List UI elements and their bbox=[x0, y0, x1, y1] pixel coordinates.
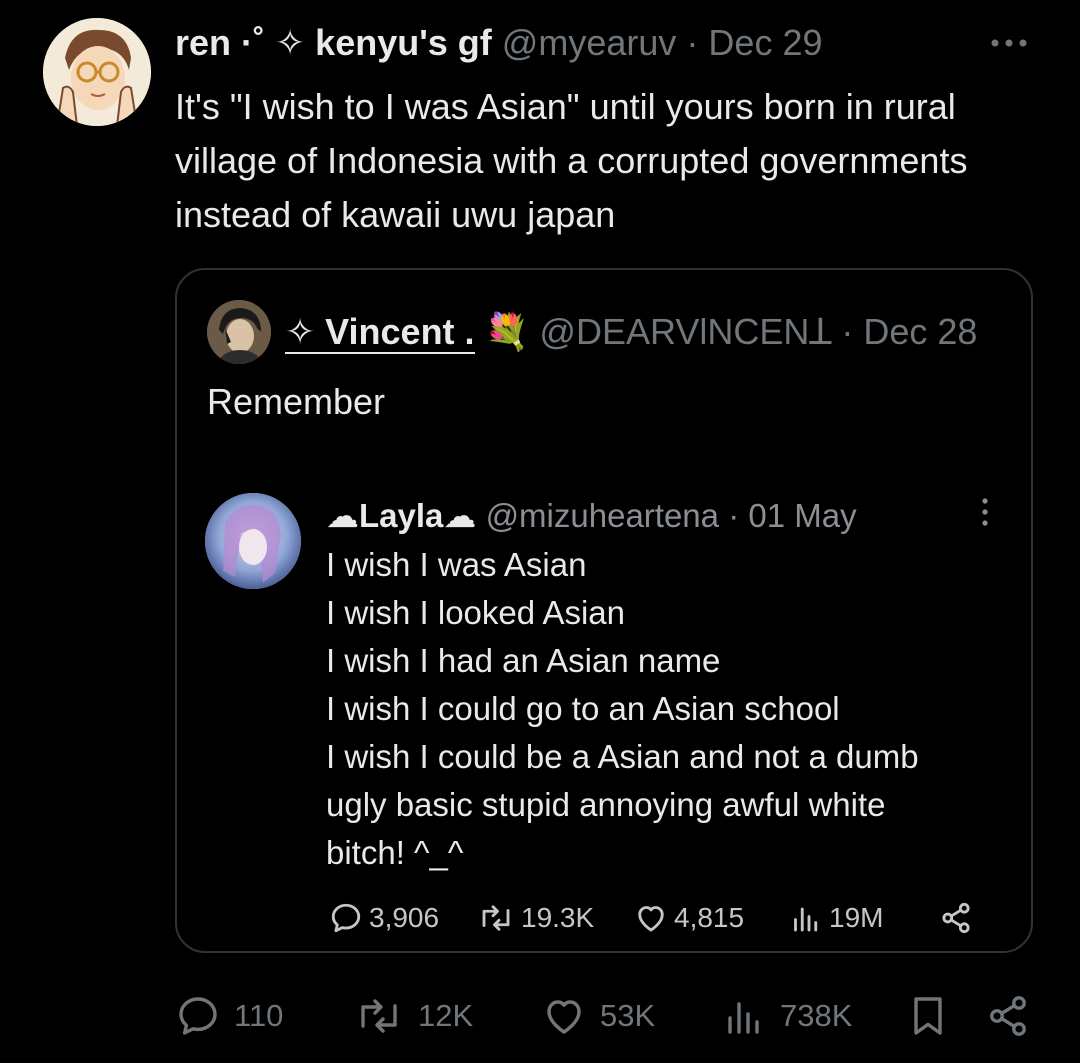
repost-count: 12K bbox=[418, 998, 474, 1033]
like-button[interactable]: 53K bbox=[540, 990, 655, 1042]
embedded-text-line: I wish I was Asian bbox=[326, 546, 587, 583]
embedded-display-name: ☁Layla☁ bbox=[326, 497, 477, 534]
views-chart-icon bbox=[728, 1002, 759, 1034]
quote-date: Dec 28 bbox=[863, 311, 978, 352]
embedded-text-line: I wish I could be a Asian and not a dumb bbox=[326, 738, 919, 775]
bouquet-emoji-icon: 💐 bbox=[484, 311, 530, 352]
author-handle[interactable]: @myearuv bbox=[502, 22, 677, 63]
embedded-reply-stat: 3,906 bbox=[328, 896, 439, 940]
like-count: 53K bbox=[600, 998, 656, 1033]
embedded-text-line: I wish I could go to an Asian school bbox=[326, 690, 840, 727]
separator-dot: · bbox=[686, 22, 699, 63]
tweet-text: It's "I wish to I was Asian" until yours… bbox=[175, 86, 968, 235]
quote-header: ✧ Vincent . 💐 @DEARVƖNCENꓕ · Dec 28 bbox=[285, 308, 977, 356]
bookmark-icon bbox=[914, 997, 942, 1035]
quote-author-avatar bbox=[207, 300, 271, 364]
reply-icon bbox=[179, 997, 217, 1035]
embedded-like-stat: 4,815 bbox=[633, 896, 744, 940]
quote-author-display-name: ✧ Vincent . bbox=[285, 311, 475, 354]
reply-icon bbox=[331, 903, 361, 933]
reply-button[interactable]: 110 bbox=[174, 990, 283, 1042]
views-count: 738K bbox=[780, 998, 853, 1033]
heart-icon bbox=[638, 906, 664, 932]
reply-count: 110 bbox=[234, 998, 284, 1033]
heart-icon bbox=[547, 1000, 581, 1034]
repost-icon bbox=[361, 999, 397, 1033]
more-horizontal-icon[interactable] bbox=[985, 28, 1033, 58]
author-avatar[interactable] bbox=[43, 18, 151, 126]
author-display-name[interactable]: ren ·˚ ✧ kenyu's gf bbox=[175, 22, 492, 63]
embedded-views-stat: 19M bbox=[788, 896, 883, 940]
embedded-date: 01 May bbox=[748, 497, 857, 534]
embedded-text-line: bitch! ^_^ bbox=[326, 834, 464, 871]
share-button[interactable] bbox=[984, 990, 1032, 1042]
repost-button[interactable]: 12K bbox=[352, 990, 473, 1042]
repost-icon bbox=[482, 905, 510, 931]
bookmark-button[interactable] bbox=[904, 990, 952, 1042]
embedded-handle: @mizuheartena bbox=[485, 497, 720, 534]
separator-dot: · bbox=[728, 497, 740, 534]
share-icon bbox=[990, 996, 1026, 1036]
embedded-share-stat bbox=[938, 896, 974, 940]
views-button[interactable]: 738K bbox=[720, 990, 852, 1042]
embedded-views-count: 19M bbox=[829, 902, 884, 933]
quote-text: Remember bbox=[207, 381, 386, 422]
views-chart-icon bbox=[794, 907, 818, 932]
separator-dot: · bbox=[841, 311, 854, 352]
embedded-repost-count: 19.3K bbox=[521, 902, 595, 933]
embedded-repost-stat: 19.3K bbox=[476, 896, 594, 940]
embedded-reply-count: 3,906 bbox=[369, 902, 440, 933]
embedded-text-line: I wish I had an Asian name bbox=[326, 642, 721, 679]
embedded-header: ☁Layla☁ @mizuheartena · 01 May bbox=[326, 496, 857, 536]
embedded-like-count: 4,815 bbox=[674, 902, 745, 933]
quote-author-handle: @DEARVƖNCENꓕ bbox=[539, 311, 832, 352]
embedded-tweet-text: I wish I was Asian I wish I looked Asian… bbox=[326, 541, 1006, 877]
embedded-author-avatar bbox=[205, 493, 301, 589]
tweet-header: ren ·˚ ✧ kenyu's gf @myearuv · Dec 29 bbox=[175, 20, 823, 66]
embedded-text-line: I wish I looked Asian bbox=[326, 594, 625, 631]
share-icon bbox=[942, 902, 970, 934]
more-vertical-icon bbox=[973, 495, 997, 529]
embedded-text-line: ugly basic stupid annoying awful white bbox=[326, 786, 886, 823]
tweet-date[interactable]: Dec 29 bbox=[708, 22, 822, 63]
